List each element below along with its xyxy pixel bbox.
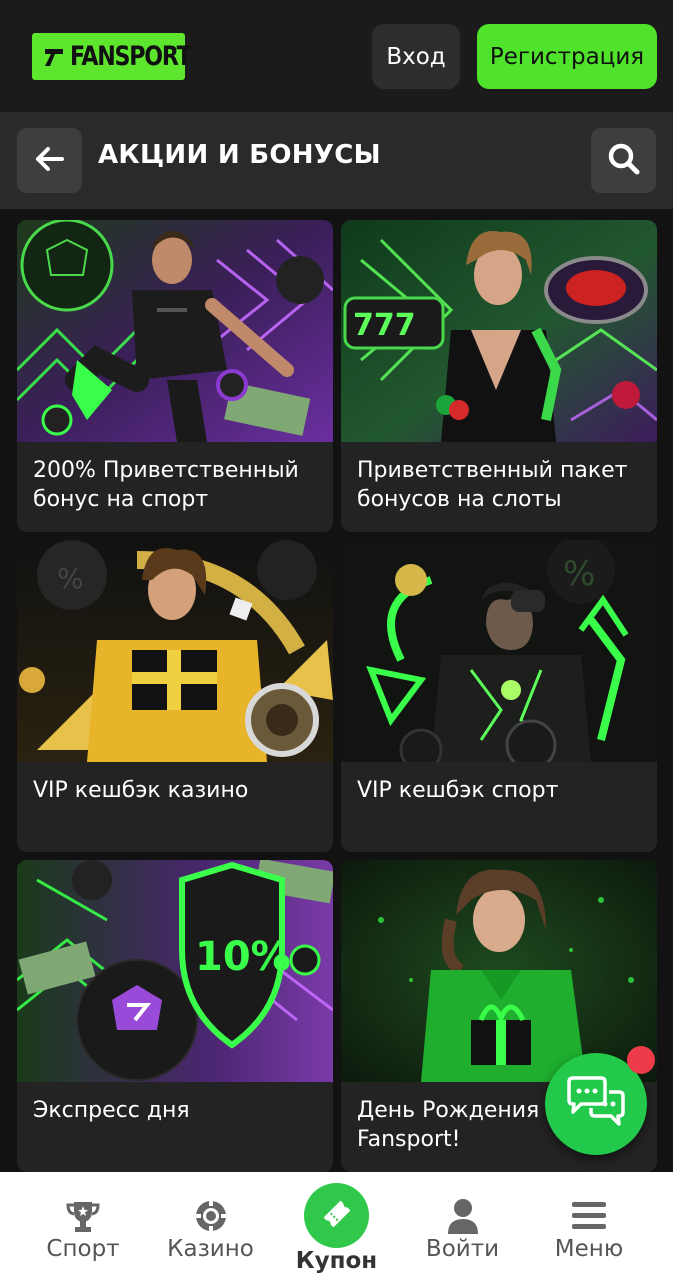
page-header: АКЦИИ И БОНУСЫ	[0, 112, 673, 209]
top-header: FANSPORT Вход Регистрация	[0, 0, 673, 112]
chat-notification-badge	[627, 1046, 655, 1074]
promo-card[interactable]: 200% Приветственный бонус на спорт	[17, 220, 333, 532]
casino-chip-icon	[191, 1196, 231, 1236]
nav-item-sport[interactable]: Спорт	[43, 1172, 123, 1280]
promo-card[interactable]: % VIP кешбэк казино	[17, 540, 333, 852]
back-button[interactable]	[17, 128, 82, 193]
register-button[interactable]: Регистрация	[477, 24, 657, 89]
menu-icon	[569, 1196, 609, 1236]
casino-cashback-promo-image: %	[17, 540, 333, 762]
svg-text:%: %	[563, 554, 595, 594]
football-player-promo-image	[17, 220, 333, 442]
chat-bubbles-icon	[565, 1076, 627, 1132]
app-root: FANSPORT Вход Регистрация АКЦИИ И БОНУСЫ	[0, 0, 673, 1280]
search-button[interactable]	[591, 128, 656, 193]
arrow-left-icon	[35, 146, 65, 176]
coupon-button[interactable]	[304, 1183, 369, 1248]
nav-label: Войти	[425, 1236, 500, 1262]
nav-label: Казино	[167, 1236, 254, 1262]
promo-card[interactable]: 777 Приветственный пакет бонусов на слот…	[341, 220, 657, 532]
sport-cashback-promo-image: %	[341, 540, 657, 762]
express-ball-shield-promo-image: 10%	[17, 860, 333, 1082]
nav-label: Меню	[554, 1236, 624, 1262]
shield-percent-text: 10%	[195, 934, 291, 980]
promo-card[interactable]: 10% Экспресс дня	[17, 860, 333, 1172]
birthday-gift-promo-image	[341, 860, 657, 1082]
promo-card-title: VIP кешбэк спорт	[357, 778, 559, 803]
promo-card[interactable]: % VIP кешбэк спорт	[341, 540, 657, 852]
svg-text:%: %	[57, 562, 84, 595]
fansport-logo[interactable]: FANSPORT	[32, 33, 192, 80]
search-icon	[607, 142, 641, 180]
svg-text:777: 777	[353, 308, 416, 343]
trophy-icon	[63, 1196, 103, 1236]
promo-card-title: Экспресс дня	[33, 1098, 190, 1123]
page-title: АКЦИИ И БОНУСЫ	[98, 140, 381, 170]
user-icon	[443, 1196, 483, 1236]
logo-arrow-icon	[42, 44, 66, 70]
ticket-icon	[320, 1197, 354, 1235]
nav-item-login[interactable]: Войти	[420, 1172, 505, 1280]
nav-item-menu[interactable]: Меню	[548, 1172, 630, 1280]
nav-item-casino[interactable]: Казино	[163, 1172, 258, 1280]
login-button[interactable]: Вход	[372, 24, 460, 89]
promo-card-title: 200% Приветственный бонус на спорт	[33, 458, 299, 512]
nav-label: Спорт	[46, 1236, 120, 1262]
promo-card-title: Приветственный пакет бонусов на слоты	[357, 458, 628, 512]
promo-card-title: VIP кешбэк казино	[33, 778, 249, 803]
slots-woman-promo-image: 777	[341, 220, 657, 442]
logo-text: FANSPORT	[70, 41, 192, 72]
coupon-label[interactable]: Купон	[290, 1248, 383, 1274]
